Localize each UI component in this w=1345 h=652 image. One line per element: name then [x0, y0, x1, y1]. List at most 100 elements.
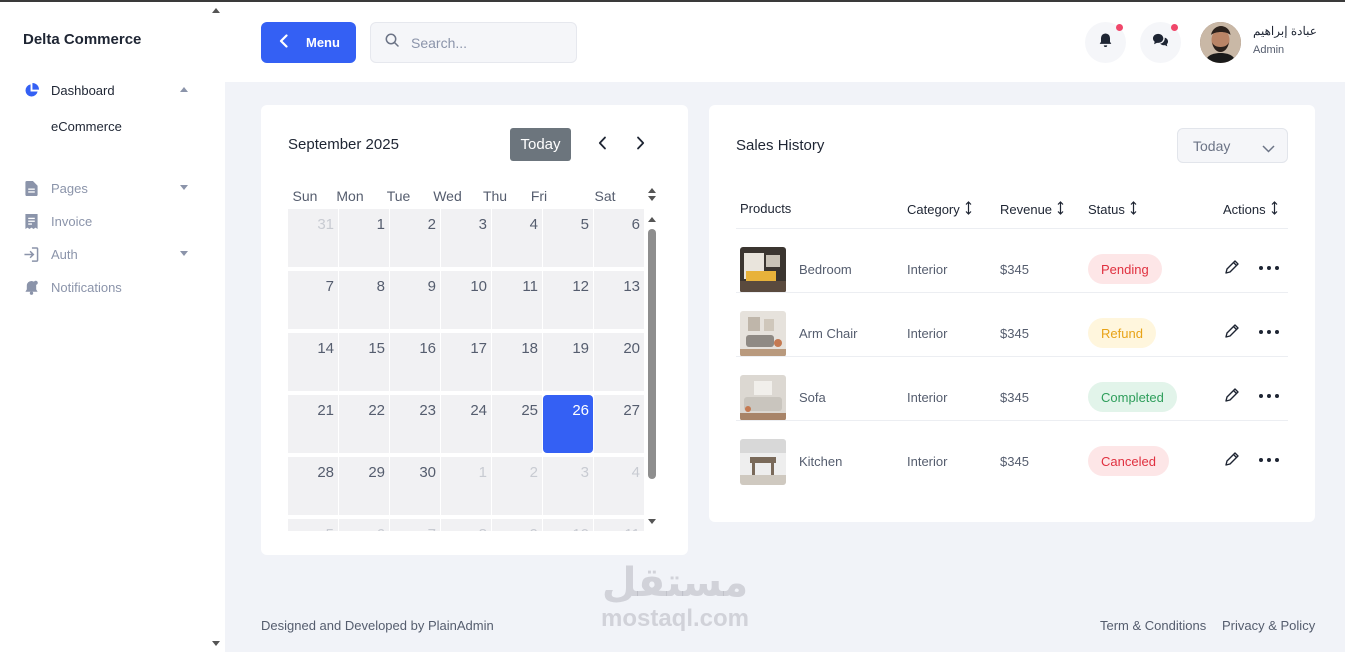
- calendar-day[interactable]: 20: [594, 333, 644, 391]
- status-badge: Canceled: [1088, 446, 1169, 476]
- search-icon: [385, 33, 399, 52]
- calendar-day[interactable]: 11: [492, 271, 542, 329]
- calendar-day[interactable]: 3: [441, 209, 491, 267]
- scrollbar-thumb[interactable]: [648, 229, 656, 479]
- weekday-label: Sun: [292, 188, 318, 204]
- calendar-day[interactable]: 9: [390, 271, 440, 329]
- bell-icon: [23, 279, 39, 295]
- messages-button[interactable]: [1140, 22, 1181, 63]
- edit-icon[interactable]: [1224, 323, 1242, 341]
- calendar-card: September 2025 Today Sun Mon Tue Wed Thu Fri S…: [261, 105, 688, 555]
- calendar-today-button[interactable]: Today: [510, 128, 571, 161]
- sidebar-item-pages[interactable]: Pages: [23, 177, 193, 199]
- calendar-day[interactable]: 11: [594, 519, 644, 531]
- calendar-day[interactable]: 28: [288, 457, 338, 515]
- more-options-icon[interactable]: [1259, 387, 1279, 405]
- sidebar-subitem-ecommerce[interactable]: eCommerce: [51, 119, 122, 134]
- user-name[interactable]: عبادة إبراهيم: [1253, 24, 1317, 38]
- login-icon: [23, 246, 39, 262]
- calendar-day[interactable]: 5: [543, 209, 593, 267]
- calendar-day[interactable]: 19: [543, 333, 593, 391]
- calendar-day[interactable]: 14: [288, 333, 338, 391]
- edit-icon[interactable]: [1224, 259, 1242, 277]
- calendar-day[interactable]: 6: [339, 519, 389, 531]
- more-options-icon[interactable]: [1259, 323, 1279, 341]
- search-input[interactable]: [411, 34, 551, 51]
- grid-scroll-up[interactable]: [648, 217, 656, 222]
- search-box[interactable]: [370, 22, 577, 63]
- notifications-button[interactable]: [1085, 22, 1126, 63]
- calendar-day[interactable]: 7: [288, 271, 338, 329]
- calendar-day[interactable]: 29: [339, 457, 389, 515]
- sidebar-item-notifications[interactable]: Notifications: [23, 276, 193, 298]
- edit-icon[interactable]: [1224, 451, 1242, 469]
- product-thumbnail: [740, 311, 786, 357]
- calendar-day[interactable]: 10: [441, 271, 491, 329]
- calendar-day[interactable]: 8: [441, 519, 491, 531]
- calendar-day[interactable]: 16: [390, 333, 440, 391]
- footer-credit[interactable]: Designed and Developed by PlainAdmin: [261, 618, 494, 633]
- calendar-day[interactable]: 26: [543, 395, 593, 453]
- column-header-revenue[interactable]: Revenue: [1000, 201, 1064, 218]
- chevron-right-icon: [636, 136, 645, 155]
- calendar-next-button[interactable]: [630, 135, 650, 155]
- footer-terms-link[interactable]: Term & Conditions: [1100, 618, 1206, 633]
- column-header-category[interactable]: Category: [907, 201, 972, 218]
- footer-privacy-link[interactable]: Privacy & Policy: [1222, 618, 1315, 633]
- chevron-left-icon: [598, 136, 607, 155]
- calendar-day[interactable]: 2: [390, 209, 440, 267]
- column-header-actions[interactable]: Actions: [1223, 201, 1278, 218]
- status-badge: Pending: [1088, 254, 1162, 284]
- calendar-prev-button[interactable]: [592, 135, 612, 155]
- calendar-day[interactable]: 4: [492, 209, 542, 267]
- calendar-day[interactable]: 13: [594, 271, 644, 329]
- calendar-day[interactable]: 5: [288, 519, 338, 531]
- calendar-scrollbar[interactable]: [648, 188, 656, 527]
- calendar-day[interactable]: 22: [339, 395, 389, 453]
- calendar-day[interactable]: 9: [492, 519, 542, 531]
- column-header-status[interactable]: Status: [1088, 201, 1137, 218]
- table-row: Bedroom Interior $345 Pending: [736, 229, 1288, 293]
- calendar-day[interactable]: 21: [288, 395, 338, 453]
- edit-icon[interactable]: [1224, 387, 1242, 405]
- calendar-day[interactable]: 31: [288, 209, 338, 267]
- sidebar-scroll-up[interactable]: [212, 8, 220, 13]
- sidebar-item-dashboard[interactable]: Dashboard: [23, 79, 193, 101]
- grid-scroll-down[interactable]: [648, 519, 656, 524]
- header-scroll-up[interactable]: [648, 188, 656, 193]
- calendar-day[interactable]: 25: [492, 395, 542, 453]
- calendar-day[interactable]: 17: [441, 333, 491, 391]
- product-category: Interior: [907, 326, 948, 341]
- sidebar-scroll-down[interactable]: [212, 641, 220, 646]
- calendar-day[interactable]: 15: [339, 333, 389, 391]
- calendar-day[interactable]: 24: [441, 395, 491, 453]
- avatar[interactable]: [1200, 22, 1241, 63]
- weekday-label: Wed: [433, 188, 462, 204]
- sidebar-item-auth[interactable]: Auth: [23, 243, 193, 265]
- calendar-day[interactable]: 8: [339, 271, 389, 329]
- calendar-day[interactable]: 23: [390, 395, 440, 453]
- chevron-down-icon: [1262, 140, 1275, 156]
- chevron-up-icon: [180, 87, 188, 92]
- calendar-day[interactable]: 12: [543, 271, 593, 329]
- calendar-day[interactable]: 4: [594, 457, 644, 515]
- calendar-day[interactable]: 6: [594, 209, 644, 267]
- period-select[interactable]: Today: [1177, 128, 1288, 163]
- weekday-label: Sat: [594, 188, 616, 204]
- more-options-icon[interactable]: [1259, 451, 1279, 469]
- calendar-day[interactable]: 27: [594, 395, 644, 453]
- calendar-day[interactable]: 18: [492, 333, 542, 391]
- more-options-icon[interactable]: [1259, 259, 1279, 277]
- sidebar-item-label: Invoice: [51, 213, 93, 229]
- calendar-day[interactable]: 7: [390, 519, 440, 531]
- calendar-day[interactable]: 2: [492, 457, 542, 515]
- calendar-day[interactable]: 1: [441, 457, 491, 515]
- calendar-day[interactable]: 1: [339, 209, 389, 267]
- header-scroll-down[interactable]: [648, 196, 656, 201]
- calendar-day[interactable]: 30: [390, 457, 440, 515]
- calendar-day[interactable]: 3: [543, 457, 593, 515]
- sidebar-item-invoice[interactable]: Invoice: [23, 210, 193, 232]
- menu-button[interactable]: Menu: [261, 22, 356, 63]
- calendar-day[interactable]: 10: [543, 519, 593, 531]
- brand-logo[interactable]: Delta Commerce: [23, 31, 141, 48]
